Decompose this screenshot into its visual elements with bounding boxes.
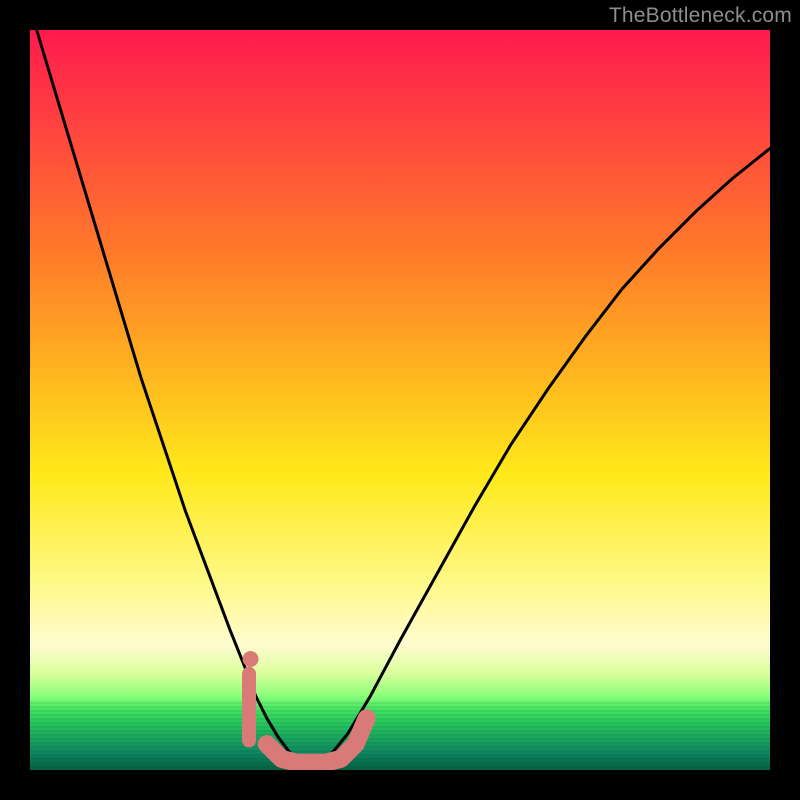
curve-layer — [30, 30, 770, 770]
series-highlight-left-dot — [243, 651, 259, 667]
watermark-text: TheBottleneck.com — [609, 4, 792, 28]
series-bottleneck-curve — [30, 30, 770, 763]
chart-frame: TheBottleneck.com — [0, 0, 800, 800]
plot-area — [30, 30, 770, 770]
